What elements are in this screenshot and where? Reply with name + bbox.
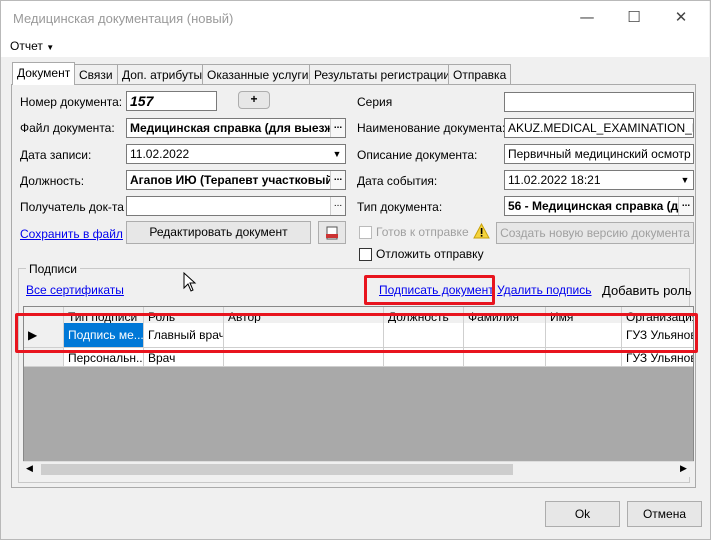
all-certificates-link[interactable]: Все сертификаты (26, 283, 124, 297)
scroll-left-icon[interactable]: ◀ (26, 463, 33, 474)
add-number-button[interactable]: + (238, 91, 270, 109)
row-highlight (15, 313, 698, 353)
series-field[interactable] (504, 92, 694, 112)
maximize-button[interactable]: ☐ (611, 1, 657, 33)
position-label: Должность: (20, 174, 85, 188)
tab-services[interactable]: Оказанные услуги (202, 64, 314, 84)
menu-bar: Отчет ▼ (1, 35, 709, 57)
file-field[interactable]: Медицинская справка (для выезж... (126, 118, 346, 138)
ready-to-send-checkbox[interactable] (359, 226, 372, 239)
series-label: Серия (357, 95, 393, 109)
event-date-label: Дата события: (357, 174, 438, 188)
browse-doc-type-button[interactable]: ... (678, 197, 693, 215)
browse-file-button[interactable]: ... (330, 119, 345, 137)
doc-number-field[interactable]: 157 (126, 91, 217, 111)
doc-number-label: Номер документа: (20, 95, 123, 109)
browse-position-button[interactable]: ... (330, 171, 345, 189)
description-label: Описание документа: (357, 148, 478, 162)
recipient-label: Получатель док-та (20, 200, 124, 214)
close-button[interactable]: ✕ (658, 1, 704, 33)
print-preview-icon (326, 226, 338, 240)
create-new-version-button[interactable]: Создать новую версию документа (496, 222, 694, 244)
postpone-checkbox[interactable] (359, 248, 372, 261)
postpone-label: Отложить отправку (376, 247, 484, 261)
minimize-button[interactable]: — (564, 1, 610, 33)
scroll-thumb[interactable] (41, 464, 513, 475)
ready-to-send-label: Готов к отправке (376, 225, 469, 239)
browse-recipient-button[interactable]: ... (330, 197, 345, 215)
event-date-field[interactable]: 11.02.2022 18:21 ▼ (504, 170, 694, 190)
scroll-right-icon[interactable]: ▶ (680, 463, 687, 474)
tab-sending[interactable]: Отправка (448, 64, 512, 84)
doc-type-field[interactable]: 56 - Медицинская справка (д... (504, 196, 694, 216)
event-date-dropdown-icon[interactable]: ▼ (677, 171, 693, 189)
tab-links[interactable]: Связи (74, 64, 118, 84)
sign-link-highlight (364, 275, 495, 305)
signatures-group-label: Подписи (26, 262, 80, 276)
position-field[interactable]: Агапов ИЮ (Терапевт участковый)... (126, 170, 346, 190)
add-role-button[interactable]: Добавить роль (602, 283, 692, 298)
cancel-button[interactable]: Отмена (627, 501, 702, 527)
tab-registration-results[interactable]: Результаты регистрации (309, 64, 456, 84)
edit-document-button[interactable]: Редактировать документ (126, 221, 311, 244)
date-field[interactable]: 11.02.2022 ▼ (126, 144, 346, 164)
doc-name-label: Наименование документа: (357, 121, 506, 135)
date-label: Дата записи: (20, 148, 92, 162)
delete-signature-link[interactable]: Удалить подпись (497, 283, 592, 297)
doc-type-label: Тип документа: (357, 200, 443, 214)
save-to-file-link[interactable]: Сохранить в файл (20, 227, 123, 241)
ok-button[interactable]: Ok (545, 501, 620, 527)
warning-icon (473, 223, 490, 239)
print-preview-button[interactable] (318, 221, 346, 244)
date-dropdown-icon[interactable]: ▼ (329, 145, 345, 163)
tab-extra-attributes[interactable]: Доп. атрибуты (117, 64, 208, 84)
description-field[interactable]: Первичный медицинский осмотр (504, 144, 694, 164)
recipient-field[interactable]: ... (126, 196, 346, 216)
doc-name-field[interactable]: AKUZ.MEDICAL_EXAMINATION_MAI (504, 118, 694, 138)
caret-down-icon: ▼ (46, 43, 55, 52)
menu-report[interactable]: Отчет ▼ (10, 39, 54, 53)
grid-horizontal-scrollbar[interactable]: ◀ ▶ (23, 461, 694, 477)
window-title: Медицинская документация (новый) (13, 11, 234, 26)
mouse-cursor-icon (183, 272, 197, 292)
tab-document[interactable]: Документ (12, 62, 76, 85)
file-label: Файл документа: (20, 121, 115, 135)
